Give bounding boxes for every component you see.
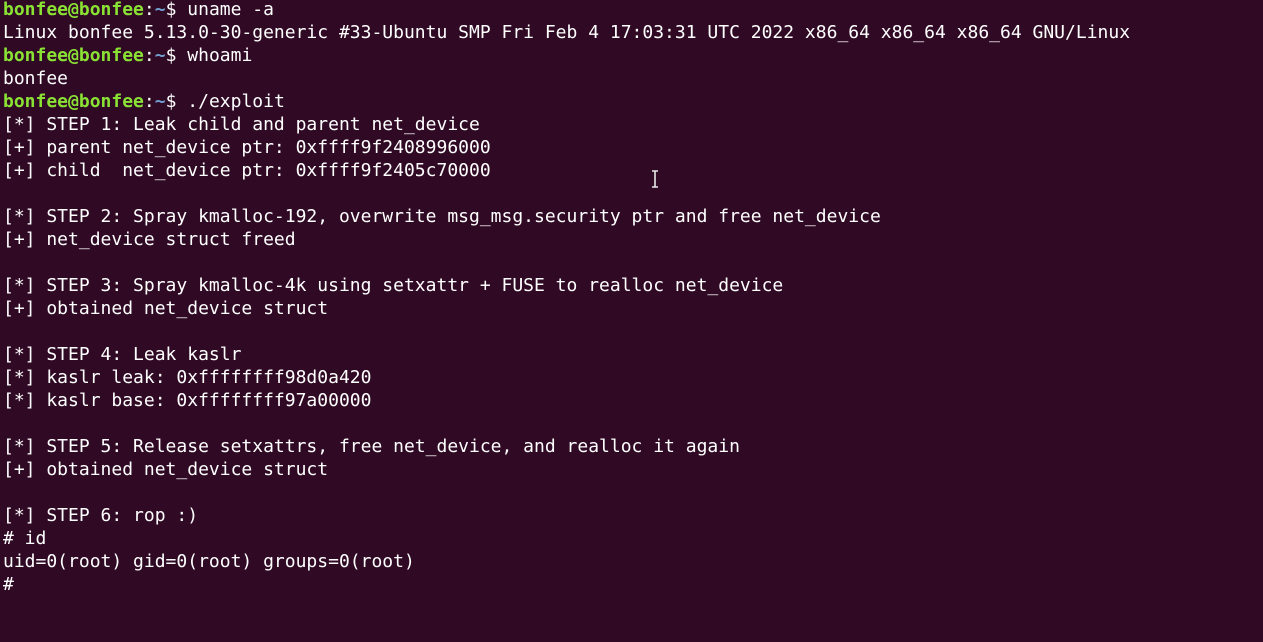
output-line: [*] STEP 3: Spray kmalloc-4k using setxa… [3,275,784,296]
output-line: [*] kaslr base: 0xffffffff97a00000 [3,390,372,411]
output-line: [+] obtained net_device struct [3,459,329,480]
output-line: [*] STEP 1: Leak child and parent net_de… [3,114,480,135]
prompt-symbol: $ [165,0,188,20]
output-line: # [3,574,14,595]
prompt-line: bonfee@bonfee:~$ uname -a [3,0,1263,21]
prompt-path: ~ [154,45,166,66]
prompt-user-host: bonfee@bonfee [3,91,144,112]
output-line: [+] parent net_device ptr: 0xffff9f24089… [3,137,491,158]
prompt-line: bonfee@bonfee:~$ whoami [3,44,1263,67]
output-line: [*] STEP 2: Spray kmalloc-192, overwrite… [3,206,881,227]
text-ibeam-icon [652,170,658,188]
command-text: whoami [187,45,253,66]
output-line: # id [3,528,47,549]
prompt-separator: : [143,91,155,112]
output-line: [*] STEP 6: rop :) [3,505,199,526]
output-line: bonfee [3,68,69,89]
output-line: [*] STEP 4: Leak kaslr [3,344,242,365]
prompt-path: ~ [154,91,166,112]
prompt-symbol: $ [165,45,188,66]
output-line: [+] obtained net_device struct [3,298,329,319]
command-text: ./exploit [187,91,285,112]
terminal-window[interactable]: bonfee@bonfee:~$ uname -a Linux bonfee 5.… [0,0,1263,642]
output-line: Linux bonfee 5.13.0-30-generic #33-Ubunt… [3,22,1131,43]
output-line: uid=0(root) gid=0(root) groups=0(root) [3,551,415,572]
output-line: [+] child net_device ptr: 0xffff9f2405c7… [3,160,491,181]
output-line: [*] kaslr leak: 0xffffffff98d0a420 [3,367,372,388]
output-line: [+] net_device struct freed [3,229,296,250]
prompt-symbol: $ [165,91,188,112]
prompt-user-host: bonfee@bonfee [3,0,144,20]
prompt-separator: : [143,0,155,20]
command-text: uname -a [187,0,274,20]
prompt-separator: : [143,45,155,66]
terminal-output: bonfee@bonfee:~$ uname -a Linux bonfee 5.… [3,0,1263,596]
prompt-user-host: bonfee@bonfee [3,45,144,66]
output-line: [*] STEP 5: Release setxattrs, free net_… [3,436,740,457]
prompt-path: ~ [154,0,166,20]
prompt-line: bonfee@bonfee:~$ ./exploit [3,90,1263,113]
